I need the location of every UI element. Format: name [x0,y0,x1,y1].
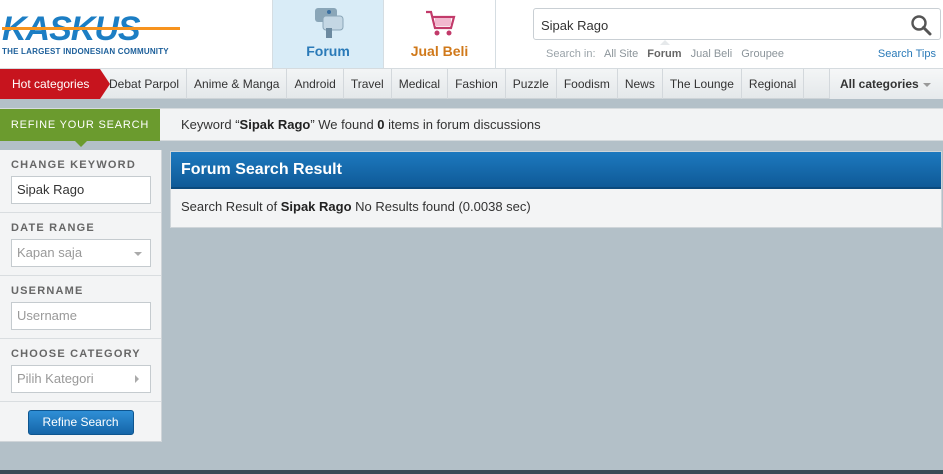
category-foodism[interactable]: Foodism [557,69,618,99]
date-range-section: DATE RANGE Kapan saja [0,213,161,276]
msg-middle: ” We found [310,117,378,132]
all-categories-label: All categories [840,77,919,91]
search-option-forum[interactable]: Forum [647,48,681,60]
refine-button-wrap: Refine Search [0,402,161,435]
category-debat-parpol[interactable]: Debat Parpol [102,69,188,99]
category-regional[interactable]: Regional [742,69,805,99]
category-value: Pilih Kategori [17,371,94,386]
nav-forum[interactable]: Forum [272,0,384,68]
refine-your-search-tab: REFINE YOUR SEARCH [0,109,160,147]
search-in-options: Search in: All Site Forum Jual Beli Grou… [546,48,790,60]
result-prefix: Search Result of [181,199,281,214]
category-puzzle[interactable]: Puzzle [506,69,557,99]
msg-count: 0 [377,117,385,132]
search-icon[interactable] [910,14,932,36]
msg-keyword: Sipak Rago [239,117,311,132]
category-select[interactable]: Pilih Kategori [11,365,151,393]
search-option-groupee[interactable]: Groupee [741,48,784,60]
nav-jual-beli[interactable]: Jual Beli [384,0,496,68]
footer-divider [0,470,943,474]
keyword-result-message: Keyword “Sipak Rago” We found 0 items in… [181,109,541,141]
category-the-lounge[interactable]: The Lounge [663,69,742,99]
result-title: Forum Search Result [171,152,941,189]
msg-prefix: Keyword “ [181,117,240,132]
result-message: Search Result of Sipak Rago No Results f… [171,189,941,224]
forum-icon [315,8,344,38]
search-tips-link[interactable]: Search Tips [878,48,936,60]
hot-categories-label[interactable]: Hot categories [0,69,110,99]
username-title: USERNAME [11,285,84,297]
msg-suffix: items in forum discussions [384,117,541,132]
category-list: Debat Parpol Anime & Manga Android Trave… [102,69,805,99]
logo-accent [2,27,180,30]
refine-sidebar: CHANGE KEYWORD Sipak Rago DATE RANGE Kap… [0,150,162,442]
date-range-select[interactable]: Kapan saja [11,239,151,267]
refine-search-button[interactable]: Refine Search [27,410,134,435]
search-input[interactable] [541,15,901,35]
date-range-value: Kapan saja [17,245,83,260]
refine-banner: REFINE YOUR SEARCH Keyword “Sipak Rago” … [0,108,943,147]
chevron-down-icon [134,252,142,256]
search-box [533,8,941,40]
forum-search-result-panel: Forum Search Result Search Result of Sip… [170,151,942,228]
change-keyword-title: CHANGE KEYWORD [11,159,136,171]
shopping-cart-icon [426,10,456,36]
category-bar: Hot categories Debat Parpol Anime & Mang… [0,68,943,99]
keyword-field[interactable]: Sipak Rago [11,176,151,204]
header: KASKUS THE LARGEST INDONESIAN COMMUNITY … [0,0,943,68]
category-travel[interactable]: Travel [344,69,392,99]
choose-category-title: CHOOSE CATEGORY [11,348,141,360]
username-field[interactable]: Username [11,302,151,330]
logo-tagline: THE LARGEST INDONESIAN COMMUNITY [2,47,169,56]
change-keyword-section: CHANGE KEYWORD Sipak Rago [0,150,161,213]
category-android[interactable]: Android [287,69,344,99]
all-categories-dropdown[interactable]: All categories [829,69,943,99]
result-keyword: Sipak Rago [280,199,352,214]
chevron-down-icon [922,82,931,87]
category-medical[interactable]: Medical [392,69,449,99]
category-fashion[interactable]: Fashion [448,69,506,99]
kaskus-logo[interactable]: KASKUS THE LARGEST INDONESIAN COMMUNITY [2,12,192,62]
chevron-right-icon [135,375,139,383]
category-anime-manga[interactable]: Anime & Manga [187,69,288,99]
nav-forum-label: Forum [306,43,350,59]
result-suffix: No Results found (0.0038 sec) [351,199,531,214]
username-section: USERNAME Username [0,276,161,339]
search-option-all-site[interactable]: All Site [604,48,638,60]
nav-jual-beli-label: Jual Beli [410,43,469,59]
search-option-jual-beli[interactable]: Jual Beli [691,48,733,60]
choose-category-section: CHOOSE CATEGORY Pilih Kategori [0,339,161,402]
date-range-title: DATE RANGE [11,222,95,234]
search-in-label: Search in: [546,48,596,60]
category-news[interactable]: News [618,69,663,99]
search-in-caret [660,40,670,45]
